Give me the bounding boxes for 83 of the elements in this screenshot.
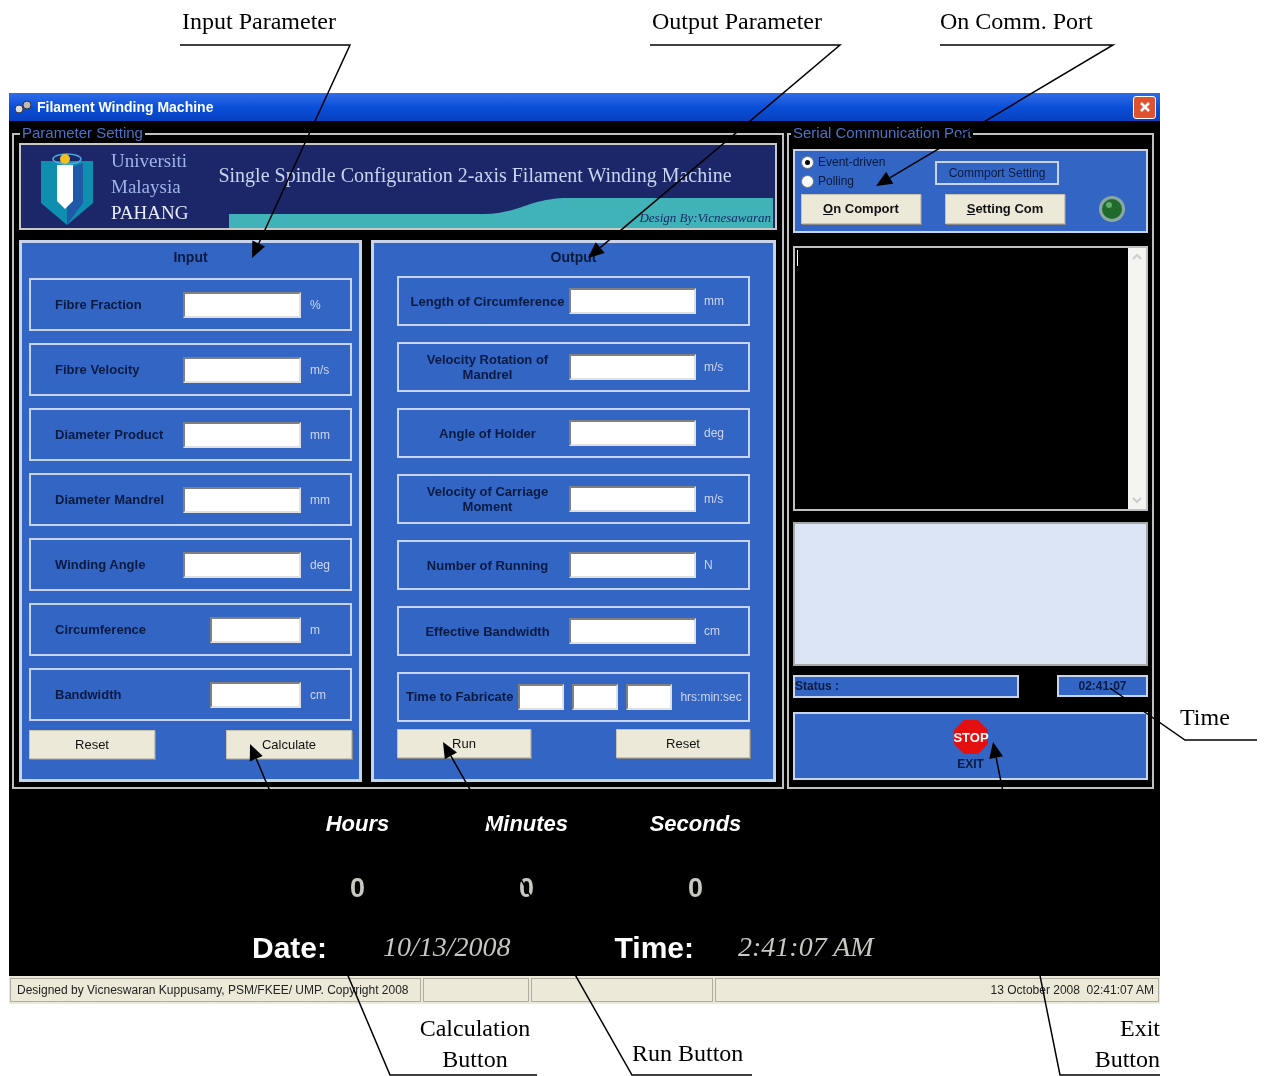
university-name: PAHANG bbox=[111, 200, 189, 225]
input-field[interactable] bbox=[183, 291, 301, 318]
unit-label: N bbox=[704, 557, 713, 574]
input-field[interactable] bbox=[183, 356, 301, 383]
input-field[interactable] bbox=[569, 354, 696, 380]
group-legend: Parameter Setting bbox=[20, 124, 145, 142]
clock-value: 0 bbox=[349, 872, 366, 905]
date-label: Date: bbox=[252, 929, 327, 966]
radio-button[interactable] bbox=[801, 175, 814, 188]
parameter-label: Effective Bandwidth bbox=[424, 623, 551, 639]
callout-label: On Comm. Port bbox=[940, 7, 1093, 36]
unit-label: m bbox=[310, 621, 320, 639]
input-field[interactable] bbox=[569, 486, 696, 512]
input-field[interactable] bbox=[210, 681, 301, 708]
unit-label: mm bbox=[704, 293, 724, 310]
input-field[interactable] bbox=[569, 288, 696, 314]
push-button[interactable]: Calculate bbox=[226, 730, 352, 759]
university-name: Universiti bbox=[111, 148, 188, 173]
parameter-label: Angle of Holder bbox=[438, 425, 537, 441]
unit-label: mm bbox=[310, 491, 330, 509]
input-field[interactable] bbox=[569, 618, 696, 644]
clock-value: 0 bbox=[687, 872, 704, 905]
callout-label: Exit Button bbox=[1093, 1014, 1160, 1074]
input-field[interactable] bbox=[569, 420, 696, 446]
input-field[interactable] bbox=[210, 616, 301, 643]
panel-title: Input bbox=[173, 248, 208, 266]
push-button[interactable]: Run bbox=[397, 729, 531, 758]
input-field[interactable] bbox=[183, 551, 301, 578]
callout-label: Run Button bbox=[632, 1039, 744, 1068]
input-field[interactable] bbox=[572, 684, 619, 710]
parameter-label: Fibre Fraction bbox=[55, 295, 143, 314]
time-value: 2:41:07 AM bbox=[738, 930, 874, 964]
push-button[interactable]: Reset bbox=[29, 730, 155, 759]
clock-readout: 02:41:07 bbox=[1057, 675, 1148, 697]
unit-label: hrs:min:sec bbox=[680, 689, 742, 706]
unit-label: deg bbox=[704, 425, 725, 442]
clock-header: Seconds bbox=[648, 810, 743, 838]
push-button[interactable]: On Comport bbox=[801, 194, 921, 224]
unit-label: deg bbox=[310, 556, 331, 574]
unit-label: m/s bbox=[310, 361, 330, 379]
input-field[interactable] bbox=[569, 552, 696, 578]
window-title: Filament Winding Machine bbox=[37, 97, 214, 117]
parameter-label: Velocity of Carriage Moment bbox=[425, 484, 550, 514]
radio-button[interactable] bbox=[801, 156, 814, 169]
status-light-icon bbox=[1097, 194, 1127, 224]
clock-header: Minutes bbox=[483, 810, 570, 838]
callout-label: Output Parameter bbox=[652, 7, 822, 36]
unit-label: m/s bbox=[704, 359, 724, 376]
parameter-label: Diameter Product bbox=[55, 425, 165, 444]
callout-label: Input Parameter bbox=[182, 7, 336, 36]
parameter-label: Velocity Rotation of Mandrel bbox=[425, 352, 550, 382]
input-field[interactable] bbox=[183, 486, 301, 513]
callout-label: Time bbox=[1180, 703, 1230, 732]
time-label: Time: bbox=[614, 929, 695, 966]
callout-label: Calculation Button bbox=[418, 1014, 532, 1074]
input-field[interactable] bbox=[518, 684, 565, 710]
parameter-label: Number of Running bbox=[425, 557, 550, 573]
parameter-label: Fibre Velocity bbox=[55, 360, 141, 379]
close-button[interactable] bbox=[1133, 95, 1156, 119]
university-name: Malaysia bbox=[111, 174, 182, 199]
app-icon bbox=[13, 99, 33, 115]
parameter-label: Diameter Mandrel bbox=[55, 490, 166, 509]
close-icon bbox=[1138, 101, 1151, 113]
parameter-label: Length of Circumference bbox=[409, 293, 566, 309]
parameter-label: Winding Angle bbox=[55, 555, 147, 574]
parameter-label: Circumference bbox=[55, 620, 148, 639]
unit-label: cm bbox=[704, 623, 720, 640]
commport-setting-label: Commport Setting bbox=[935, 161, 1059, 185]
clock-value: 0 bbox=[518, 872, 535, 905]
unit-label: m/s bbox=[704, 491, 724, 508]
parameter-label: Time to Fabricate bbox=[406, 688, 514, 707]
push-button[interactable]: Reset bbox=[616, 729, 750, 758]
status-field: Status : bbox=[793, 675, 1019, 698]
unit-label: mm bbox=[310, 426, 330, 444]
banner-credit: Design By:Vicnesawaran bbox=[639, 208, 771, 227]
date-value: 10/13/2008 bbox=[383, 930, 511, 964]
push-button[interactable]: Setting Com bbox=[945, 194, 1065, 224]
unit-label: % bbox=[310, 296, 321, 314]
input-field[interactable] bbox=[183, 421, 301, 448]
clock-header: Hours bbox=[324, 810, 391, 838]
input-field[interactable] bbox=[626, 684, 673, 710]
parameter-label: Bandwidth bbox=[55, 685, 123, 704]
unit-label: cm bbox=[310, 686, 326, 704]
